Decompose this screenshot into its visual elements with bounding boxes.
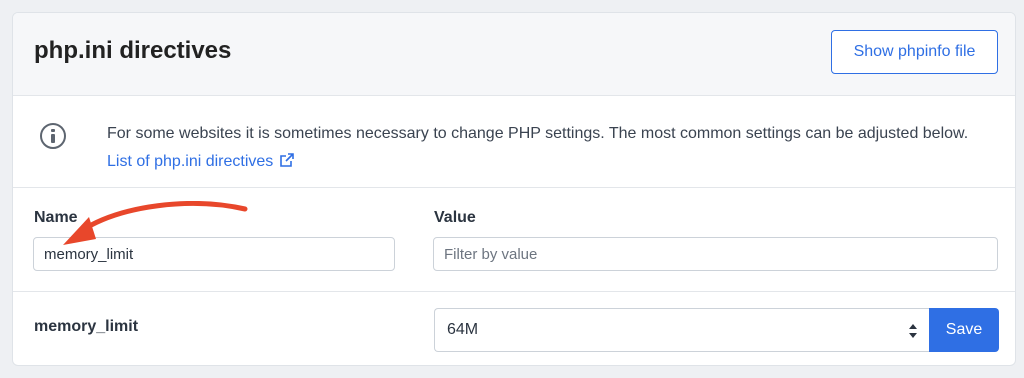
info-notice: For some websites it is sometimes necess… [13, 96, 1015, 188]
directive-name: memory_limit [34, 318, 139, 335]
php-ini-directives-link[interactable]: List of php.ini directives [107, 153, 295, 170]
directive-value-select[interactable]: 64M [434, 308, 930, 352]
link-label: List of php.ini directives [107, 153, 274, 170]
value-filter-label: Value [434, 209, 476, 226]
page-title: php.ini directives [34, 37, 232, 64]
save-button[interactable]: Save [929, 308, 999, 352]
show-phpinfo-button[interactable]: Show phpinfo file [831, 30, 998, 74]
select-arrows-icon [909, 324, 917, 338]
annotation-arrow [63, 201, 248, 245]
info-text: For some websites it is sometimes necess… [107, 125, 969, 142]
value-filter-input[interactable] [433, 237, 998, 271]
selected-value: 64M [447, 321, 479, 338]
external-link-icon [280, 153, 295, 167]
info-circle-icon [40, 123, 66, 149]
info-text-block: For some websites it is sometimes necess… [107, 120, 987, 176]
row-divider [13, 291, 1015, 292]
php-ini-card: php.ini directives Show phpinfo file For… [12, 12, 1016, 366]
card-header: php.ini directives Show phpinfo file [13, 13, 1015, 96]
